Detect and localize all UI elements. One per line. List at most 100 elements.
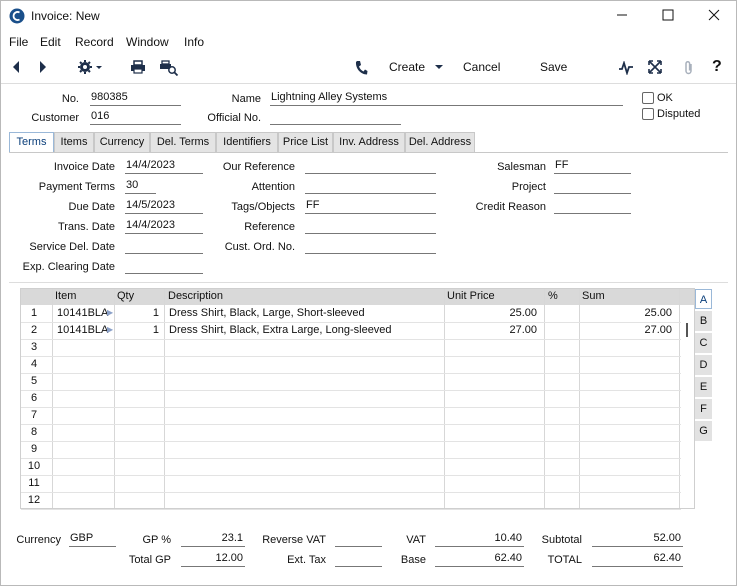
table-row[interactable]: 7 — [21, 407, 679, 424]
cell-sum[interactable]: 25.00 — [580, 307, 672, 319]
ext-tax-field — [335, 552, 382, 567]
row-number: 5 — [30, 375, 38, 387]
paperclip-icon[interactable] — [683, 60, 695, 79]
ok-checkbox[interactable] — [642, 92, 654, 104]
cell-item[interactable]: 10141BLA — [57, 307, 108, 319]
next-record-icon[interactable] — [38, 60, 48, 77]
items-grid[interactable]: Item Qty Description Unit Price % Sum 11… — [20, 288, 695, 510]
row-number: 3 — [30, 341, 38, 353]
grid-side-tab-d[interactable]: D — [695, 355, 712, 375]
reference-field[interactable] — [305, 219, 436, 234]
cancel-button[interactable]: Cancel — [463, 60, 500, 74]
project-field[interactable] — [554, 179, 631, 194]
table-row[interactable]: 6 — [21, 390, 679, 407]
tab-currency[interactable]: Currency — [94, 132, 150, 152]
col-sum-header[interactable]: Sum — [582, 290, 605, 302]
payment-terms-field[interactable]: 30 — [125, 179, 156, 194]
exp-clearing-date-field[interactable] — [125, 259, 203, 274]
table-row[interactable]: 12 — [21, 492, 679, 509]
cell-qty[interactable]: 1 — [117, 324, 159, 336]
cell-unit-price[interactable]: 25.00 — [445, 307, 537, 319]
grid-side-tab-e[interactable]: E — [695, 377, 712, 397]
tab-terms[interactable]: Terms — [9, 132, 54, 153]
tab-inv-address[interactable]: Inv. Address — [333, 132, 405, 152]
ok-label: OK — [657, 92, 673, 104]
menu-record[interactable]: Record — [75, 35, 114, 49]
cell-qty[interactable]: 1 — [117, 307, 159, 319]
menu-window[interactable]: Window — [126, 35, 169, 49]
item-lookup-arrow-icon[interactable]: ▶ — [107, 308, 113, 317]
tab-identifiers[interactable]: Identifiers — [216, 132, 278, 152]
scrollbar-thumb[interactable] — [686, 323, 688, 337]
print-icon[interactable] — [130, 60, 146, 77]
table-row[interactable]: 1 10141BLA 1 Dress Shirt, Black, Large, Sho… — [21, 305, 679, 322]
credit-reason-field[interactable] — [554, 199, 631, 214]
row-number: 11 — [28, 477, 40, 489]
table-row[interactable]: 11 — [21, 475, 679, 492]
table-row[interactable]: 2 10141BLA 1 Dress Shirt, Black, Extra Larg… — [21, 322, 679, 339]
table-row[interactable]: 8 — [21, 424, 679, 441]
our-reference-field[interactable] — [305, 159, 436, 174]
help-button[interactable]: ? — [712, 58, 722, 76]
toolbar-divider — [1, 83, 736, 84]
tab-price-list[interactable]: Price List — [278, 132, 333, 152]
grid-side-tab-f[interactable]: F — [695, 399, 712, 419]
create-button[interactable]: Create — [389, 60, 444, 74]
cust-ord-no-field[interactable] — [305, 239, 436, 254]
cell-description[interactable]: Dress Shirt, Black, Large, Short-sleeved — [169, 307, 365, 319]
table-row[interactable]: 3 — [21, 339, 679, 356]
grid-side-tab-c[interactable]: C — [695, 333, 712, 353]
gear-icon[interactable] — [77, 59, 103, 78]
tab-items[interactable]: Items — [54, 132, 94, 152]
ext-tax-label: Ext. Tax — [287, 554, 326, 566]
tab-del-terms[interactable]: Del. Terms — [150, 132, 216, 152]
col-percent-header[interactable]: % — [548, 290, 558, 302]
invoice-date-field[interactable]: 14/4/2023 — [125, 159, 203, 174]
grid-side-tab-g[interactable]: G — [695, 421, 712, 441]
subtotal-label: Subtotal — [541, 534, 582, 546]
row-number: 10 — [27, 460, 41, 472]
title-bar: Invoice: New — [1, 1, 736, 32]
customer-field[interactable]: 016 — [90, 110, 181, 125]
salesman-field[interactable]: FF — [554, 159, 631, 174]
save-button[interactable]: Save — [540, 60, 567, 74]
tags-objects-field[interactable]: FF — [305, 199, 436, 214]
col-description-header[interactable]: Description — [168, 290, 223, 302]
currency-field[interactable]: GBP — [69, 532, 116, 547]
item-lookup-arrow-icon[interactable]: ▶ — [107, 325, 113, 334]
close-button[interactable] — [691, 1, 737, 32]
trans-date-field[interactable]: 14/4/2023 — [125, 219, 203, 234]
cell-unit-price[interactable]: 27.00 — [445, 324, 537, 336]
cell-description[interactable]: Dress Shirt, Black, Extra Large, Long-sl… — [169, 324, 392, 336]
minimize-button[interactable] — [599, 1, 645, 32]
attention-field[interactable] — [305, 179, 436, 194]
col-qty-header[interactable]: Qty — [117, 290, 134, 302]
print-preview-icon[interactable] — [159, 60, 179, 79]
row-number: 6 — [30, 392, 38, 404]
official-no-field[interactable] — [270, 110, 401, 125]
cell-item[interactable]: 10141BLA — [57, 324, 108, 336]
service-del-date-field[interactable] — [125, 239, 203, 254]
table-row[interactable]: 10 — [21, 458, 679, 475]
table-row[interactable]: 9 — [21, 441, 679, 458]
maximize-button[interactable] — [645, 1, 691, 32]
phone-icon[interactable] — [354, 60, 368, 79]
menu-info[interactable]: Info — [184, 35, 204, 49]
table-row[interactable]: 5 — [21, 373, 679, 390]
col-item-header[interactable]: Item — [55, 290, 76, 302]
col-unit-price-header[interactable]: Unit Price — [447, 290, 495, 302]
tab-del-address[interactable]: Del. Address — [405, 132, 475, 152]
grid-side-tab-a[interactable]: A — [695, 289, 712, 309]
disputed-checkbox[interactable] — [642, 108, 654, 120]
no-field[interactable]: 980385 — [90, 91, 181, 106]
grid-side-tab-b[interactable]: B — [695, 311, 712, 331]
menu-edit[interactable]: Edit — [40, 35, 61, 49]
cell-sum[interactable]: 27.00 — [580, 324, 672, 336]
prev-record-icon[interactable] — [11, 60, 21, 77]
table-row[interactable]: 4 — [21, 356, 679, 373]
activity-icon[interactable] — [618, 60, 634, 78]
menu-file[interactable]: File — [9, 35, 28, 49]
due-date-field[interactable]: 14/5/2023 — [125, 199, 203, 214]
name-field[interactable]: Lightning Alley Systems — [270, 91, 623, 106]
expand-icon[interactable] — [648, 60, 662, 77]
